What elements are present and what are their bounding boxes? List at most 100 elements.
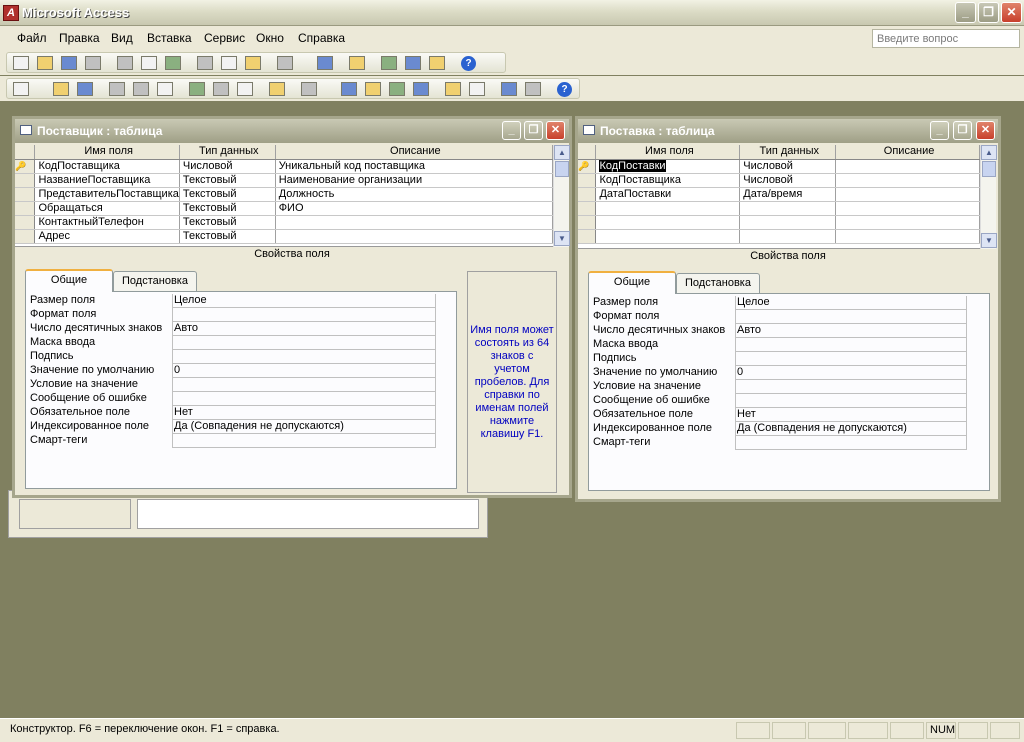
properties-icon[interactable] bbox=[381, 56, 397, 70]
row-selector[interactable] bbox=[15, 187, 36, 202]
help-icon[interactable]: ? bbox=[557, 82, 572, 97]
field-name-cell[interactable]: НазваниеПоставщика bbox=[34, 173, 180, 188]
field-desc-cell[interactable]: Должность bbox=[275, 187, 554, 202]
field-grid[interactable]: Имя поля Тип данных Описание 🔑 КодПоставк… bbox=[578, 145, 980, 249]
field-type-cell[interactable]: Текстовый bbox=[179, 201, 276, 216]
field-name-cell[interactable] bbox=[595, 229, 741, 244]
build-icon[interactable] bbox=[469, 82, 485, 96]
property-value-field[interactable]: Нет bbox=[172, 406, 436, 420]
tab-general[interactable]: Общие bbox=[25, 269, 113, 292]
field-name-cell[interactable]: ПредставительПоставщика bbox=[34, 187, 180, 202]
field-name-cell[interactable] bbox=[595, 215, 741, 230]
help-icon[interactable]: ? bbox=[461, 56, 476, 71]
column-header-name[interactable]: Имя поля bbox=[595, 145, 741, 160]
scroll-up-icon[interactable]: ▲ bbox=[554, 145, 570, 160]
copy-icon[interactable] bbox=[221, 56, 237, 70]
property-value-field[interactable]: 0 bbox=[735, 366, 967, 380]
paste-icon[interactable] bbox=[245, 56, 261, 70]
table-row[interactable]: ПредставительПоставщика Текстовый Должност… bbox=[15, 187, 554, 202]
property-value-field[interactable] bbox=[172, 336, 436, 350]
close-button[interactable]: ✕ bbox=[546, 121, 565, 140]
spelling-icon[interactable] bbox=[165, 56, 181, 70]
property-value-field[interactable] bbox=[172, 378, 436, 392]
row-selector[interactable] bbox=[578, 187, 597, 202]
maximize-button[interactable]: ❐ bbox=[953, 121, 972, 140]
property-value-field[interactable] bbox=[172, 308, 436, 322]
property-value-field[interactable] bbox=[735, 352, 967, 366]
menu-file[interactable]: Файл bbox=[17, 31, 47, 45]
minimize-button[interactable]: _ bbox=[502, 121, 521, 140]
property-value-field[interactable] bbox=[172, 434, 436, 448]
field-desc-cell[interactable] bbox=[835, 173, 980, 188]
analyze-icon[interactable] bbox=[349, 56, 365, 70]
row-selector[interactable]: 🔑 bbox=[15, 159, 36, 174]
property-value-field[interactable] bbox=[735, 310, 967, 324]
property-value-field[interactable]: Авто bbox=[735, 324, 967, 338]
table-row[interactable]: ДатаПоставки Дата/время bbox=[578, 187, 980, 202]
minimize-button[interactable]: _ bbox=[930, 121, 949, 140]
grid-scrollbar[interactable]: ▲ ▼ bbox=[553, 145, 570, 247]
scroll-up-icon[interactable]: ▲ bbox=[981, 145, 997, 160]
row-selector[interactable] bbox=[578, 229, 597, 244]
row-selector[interactable] bbox=[15, 173, 36, 188]
print-icon[interactable] bbox=[109, 82, 125, 96]
help-search-input[interactable]: Введите вопрос bbox=[872, 29, 1020, 48]
table-row[interactable]: 🔑 КодПоставки Числовой bbox=[578, 159, 980, 174]
table-row[interactable] bbox=[578, 201, 980, 216]
table-row[interactable]: Обращаться Текстовый ФИО bbox=[15, 201, 554, 216]
column-header-name[interactable]: Имя поля bbox=[34, 145, 180, 160]
field-desc-cell[interactable]: Уникальный код поставщика bbox=[275, 159, 554, 174]
tab-general[interactable]: Общие bbox=[588, 271, 676, 294]
property-value-field[interactable] bbox=[735, 338, 967, 352]
print-icon[interactable] bbox=[117, 56, 133, 70]
properties-icon[interactable] bbox=[445, 82, 461, 96]
property-value-field[interactable]: Да (Совпадения не допускаются) bbox=[735, 422, 967, 436]
save-icon[interactable] bbox=[53, 82, 69, 96]
table-window-delivery[interactable]: Поставка : таблица _ ❐ ✕ Имя поля Тип да… bbox=[575, 116, 1001, 502]
scroll-thumb[interactable] bbox=[555, 161, 569, 177]
field-type-cell[interactable]: Текстовый bbox=[179, 173, 276, 188]
maximize-button[interactable]: ❐ bbox=[524, 121, 543, 140]
row-selector[interactable] bbox=[578, 173, 597, 188]
undo-icon[interactable] bbox=[269, 82, 285, 96]
table-row[interactable]: 🔑 КодПоставщика Числовой Уникальный код пос… bbox=[15, 159, 554, 174]
property-value-field[interactable] bbox=[172, 350, 436, 364]
open-icon[interactable] bbox=[37, 56, 53, 70]
field-type-cell[interactable]: Текстовый bbox=[179, 187, 276, 202]
field-type-cell[interactable]: Числовой bbox=[739, 159, 837, 174]
new-icon[interactable] bbox=[13, 56, 29, 70]
row-selector[interactable] bbox=[15, 201, 36, 216]
column-header-desc[interactable]: Описание bbox=[275, 145, 554, 160]
table-window-supplier[interactable]: Поставщик : таблица _ ❐ ✕ Имя поля Тип д… bbox=[12, 116, 572, 498]
indexes-icon[interactable] bbox=[365, 82, 381, 96]
field-name-cell[interactable]: Адрес bbox=[34, 229, 180, 244]
field-grid[interactable]: Имя поля Тип данных Описание 🔑 КодПоставщ… bbox=[15, 145, 554, 247]
app-titlebar[interactable]: A Microsoft Access _ ❐ ✕ bbox=[0, 0, 1024, 26]
field-type-cell[interactable] bbox=[739, 229, 837, 244]
redo-icon[interactable] bbox=[301, 82, 317, 96]
new-object-icon[interactable] bbox=[429, 56, 445, 70]
field-name-cell[interactable]: ДатаПоставки bbox=[595, 187, 741, 202]
table-row[interactable] bbox=[578, 215, 980, 230]
minimize-button[interactable]: _ bbox=[955, 2, 976, 23]
row-selector[interactable] bbox=[578, 201, 597, 216]
property-value-field[interactable]: Целое bbox=[735, 296, 967, 310]
field-type-cell[interactable]: Текстовый bbox=[179, 229, 276, 244]
relationships-icon[interactable] bbox=[405, 56, 421, 70]
undo-icon[interactable] bbox=[277, 56, 293, 70]
scroll-down-icon[interactable]: ▼ bbox=[981, 233, 997, 248]
primary-key-icon[interactable] bbox=[341, 82, 357, 96]
spelling-icon[interactable] bbox=[157, 82, 173, 96]
menu-edit[interactable]: Правка bbox=[59, 31, 100, 45]
field-desc-cell[interactable] bbox=[835, 229, 980, 244]
close-button[interactable]: ✕ bbox=[976, 121, 995, 140]
cut-icon[interactable] bbox=[189, 82, 205, 96]
cut-icon[interactable] bbox=[197, 56, 213, 70]
field-type-cell[interactable]: Дата/время bbox=[739, 187, 837, 202]
tab-lookup[interactable]: Подстановка bbox=[676, 273, 760, 293]
maximize-button[interactable]: ❐ bbox=[978, 2, 999, 23]
property-value-field[interactable] bbox=[172, 392, 436, 406]
field-desc-cell[interactable] bbox=[275, 229, 554, 244]
database-window-icon[interactable] bbox=[501, 82, 517, 96]
preview-icon[interactable] bbox=[133, 82, 149, 96]
